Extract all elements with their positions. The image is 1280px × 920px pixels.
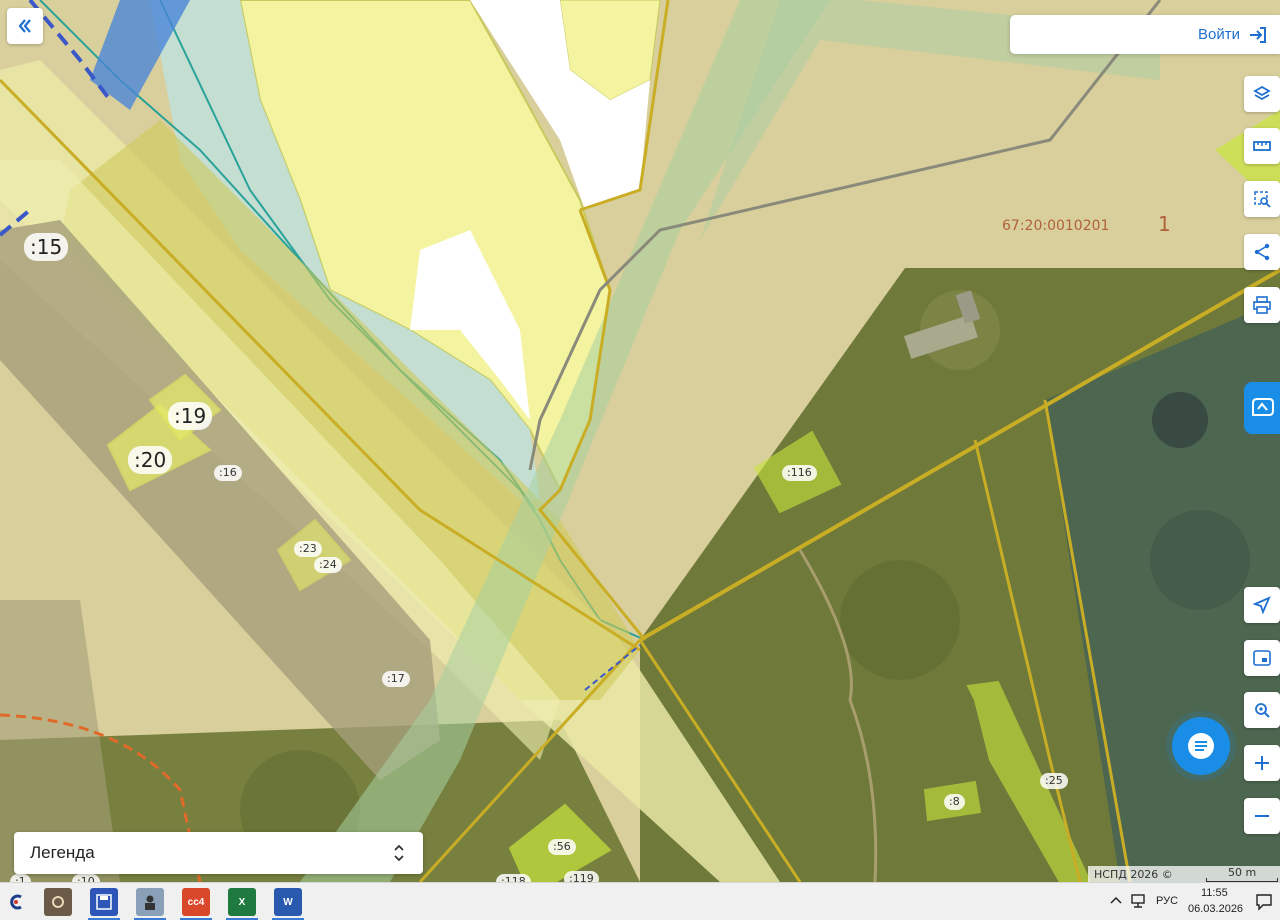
geo-search-button[interactable]	[1244, 692, 1280, 728]
ruler-button[interactable]	[1244, 128, 1280, 164]
print-button[interactable]	[1244, 287, 1280, 323]
zoom-in-button[interactable]	[1244, 745, 1280, 781]
clock-date[interactable]: 06.03.2026	[1188, 903, 1243, 915]
map-canvas[interactable]: :15 :19 :20 :16 :23 :24 :17 :116 :8 :25 …	[0, 0, 1280, 882]
parcel-label[interactable]: :118	[496, 874, 531, 882]
area-select-button[interactable]	[1244, 181, 1280, 217]
notification-icon[interactable]	[1255, 893, 1273, 911]
geo-search-icon	[1255, 703, 1270, 718]
map-layers	[0, 0, 1280, 882]
ruler-icon	[1253, 141, 1271, 151]
parcel-label[interactable]: :1	[10, 874, 31, 882]
feedback-tab[interactable]	[1244, 382, 1280, 434]
layers-button[interactable]	[1244, 76, 1280, 112]
app-tool-icon[interactable]	[44, 888, 72, 916]
zoom-in-icon	[1255, 756, 1269, 770]
legend-label: Легенда	[30, 843, 95, 862]
legend-toggle[interactable]: Легенда	[14, 832, 423, 874]
floppy-disk-icon	[96, 894, 112, 910]
parcel-label[interactable]: :19	[168, 402, 213, 430]
parcel-label[interactable]: :119	[564, 871, 599, 882]
print-icon	[1253, 296, 1271, 314]
c-logo-icon	[10, 894, 22, 910]
network-icon[interactable]	[1130, 893, 1148, 909]
collapse-panel-button[interactable]	[7, 8, 43, 44]
share-button[interactable]	[1244, 234, 1280, 270]
chat-button[interactable]	[1172, 717, 1230, 775]
start-app-icon[interactable]	[2, 888, 30, 916]
gear-icon	[52, 896, 64, 908]
parcel-label[interactable]: :25	[1040, 773, 1068, 789]
parcel-label[interactable]: :116	[782, 465, 817, 481]
area-select-icon	[1254, 191, 1271, 208]
app-save-icon[interactable]	[90, 888, 118, 916]
login-icon	[1250, 26, 1266, 43]
locate-icon	[1252, 596, 1271, 615]
parcel-label[interactable]: :16	[214, 465, 242, 481]
cadastral-quarter-number: 67:20:0010201	[1002, 218, 1110, 234]
app-excel-icon[interactable]: X	[228, 888, 256, 916]
zoom-out-button[interactable]	[1244, 798, 1280, 834]
minimap-button[interactable]	[1244, 640, 1280, 676]
parcel-label[interactable]: :23	[294, 541, 322, 557]
minimap-icon	[1253, 650, 1271, 666]
parcel-label[interactable]: :15	[24, 233, 69, 261]
locate-button[interactable]	[1244, 587, 1280, 623]
chat-icon	[1188, 733, 1214, 759]
chevron-updown-icon	[394, 844, 404, 862]
parcel-label[interactable]: :56	[548, 839, 576, 855]
cadastral-quarter-index: 1	[1158, 212, 1171, 236]
parcel-label[interactable]: :20	[128, 446, 173, 474]
double-chevron-left-icon	[18, 19, 31, 33]
parcel-label[interactable]: :24	[314, 557, 342, 573]
login-button[interactable]: Войти	[1010, 15, 1280, 54]
app-person-icon[interactable]	[136, 888, 164, 916]
input-language[interactable]: РУС	[1156, 895, 1178, 907]
app-cc4-icon[interactable]: cc4	[182, 888, 210, 916]
clock-time[interactable]: 11:55	[1201, 887, 1228, 899]
map-feedback-icon	[1252, 398, 1274, 416]
parcel-label[interactable]: :8	[944, 794, 965, 810]
zoom-out-icon	[1255, 815, 1269, 817]
layers-icon	[1253, 85, 1271, 101]
chevron-up-icon[interactable]	[1110, 895, 1122, 905]
person-icon	[145, 895, 155, 910]
app-word-icon[interactable]: W	[274, 888, 302, 916]
windows-taskbar: cc4 X W РУС 11:55 06.03.2026	[0, 882, 1280, 920]
login-label: Войти	[1198, 26, 1240, 43]
parcel-label[interactable]: :17	[382, 671, 410, 687]
share-icon	[1254, 243, 1270, 261]
parcel-label[interactable]: :10	[72, 874, 100, 882]
